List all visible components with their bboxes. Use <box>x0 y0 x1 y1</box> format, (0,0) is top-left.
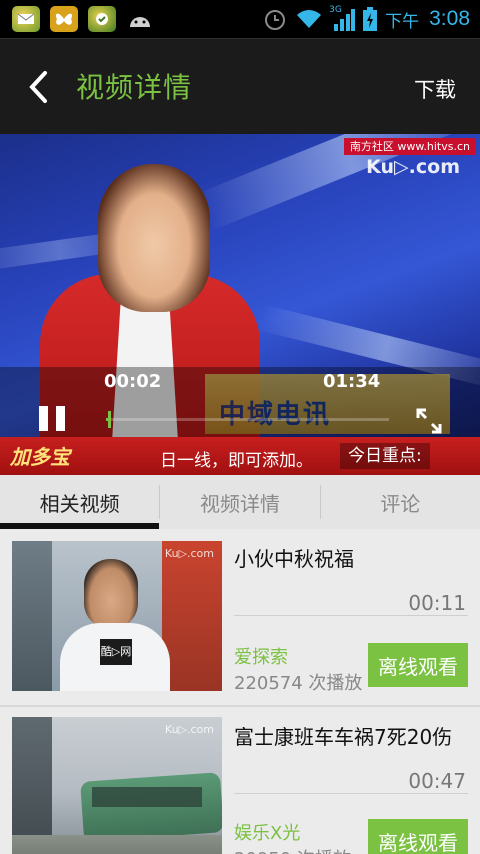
wifi-icon <box>297 10 322 28</box>
tab-related-videos[interactable]: 相关视频 <box>0 475 160 529</box>
tab-comments[interactable]: 评论 <box>321 475 480 529</box>
news-ticker: 加多宝 日一线，即可添加。 今日重点: <box>0 437 480 475</box>
pause-button[interactable] <box>34 406 70 434</box>
video-title[interactable]: 小伙中秋祝福 <box>234 543 354 572</box>
security-app-icon <box>88 6 116 32</box>
back-button[interactable] <box>22 67 54 107</box>
back-chevron-icon <box>29 71 47 103</box>
tab-video-details[interactable]: 视频详情 <box>160 475 319 529</box>
progress-bar[interactable] <box>106 411 389 428</box>
video-duration: 00:47 <box>408 769 466 793</box>
list-item[interactable]: Ku▷.com 富士康班车车祸7死20伤 00:47 娱乐X光 20950 次播… <box>0 707 480 854</box>
battery-charging-icon <box>363 7 378 31</box>
page-title: 视频详情 <box>76 71 193 104</box>
video-thumbnail[interactable]: 酷▷网 Ku▷.com <box>12 541 222 691</box>
android-icon <box>126 6 154 32</box>
status-time: 3:08 <box>429 7 470 30</box>
signal-icon: 3G <box>329 5 356 32</box>
video-source: 爱探索 <box>234 647 288 668</box>
signal-label: 3G <box>329 5 342 15</box>
pause-icon <box>39 406 65 434</box>
mail-app-icon <box>12 6 40 32</box>
ticker-text: 日一线，即可添加。 <box>160 451 313 471</box>
video-duration: 00:11 <box>408 591 466 615</box>
video-source: 娱乐X光 <box>234 823 301 844</box>
status-ampm: 下午 <box>385 11 420 32</box>
butterfly-app-icon <box>50 6 78 32</box>
title-bar: 视频详情 下载 <box>0 38 480 134</box>
list-item[interactable]: 酷▷网 Ku▷.com 小伙中秋祝福 00:11 爱探索 220574 次播放 … <box>0 529 480 699</box>
video-player[interactable]: 南方社区 www.hitvs.cn Ku▷.com 中域电讯 加多宝 日一线，即… <box>0 134 480 475</box>
player-controls <box>0 367 480 437</box>
progress-knob[interactable] <box>107 411 111 428</box>
total-time: 01:34 <box>323 371 381 392</box>
video-title[interactable]: 富士康班车车祸7死20伤 <box>234 721 452 750</box>
fullscreen-button[interactable] <box>414 406 444 436</box>
fullscreen-icon <box>416 408 442 434</box>
video-corner-banner: 南方社区 www.hitvs.cn <box>343 138 476 155</box>
offline-watch-button[interactable]: 离线观看 <box>368 643 468 687</box>
ticker-segment: 今日重点: <box>340 443 430 469</box>
video-play-count: 220574 次播放 <box>234 673 363 694</box>
current-time: 00:02 <box>104 371 162 392</box>
video-play-count: 20950 次播放 <box>234 845 351 854</box>
video-watermark: Ku▷.com <box>366 156 460 178</box>
status-bar: 3G 下午 3:08 <box>0 0 480 38</box>
alarm-icon <box>265 10 286 30</box>
ticker-brand: 加多宝 <box>10 445 70 469</box>
video-thumbnail[interactable]: Ku▷.com <box>12 717 222 854</box>
download-button[interactable]: 下载 <box>414 74 456 104</box>
offline-watch-button[interactable]: 离线观看 <box>368 819 468 854</box>
related-videos-list[interactable]: 酷▷网 Ku▷.com 小伙中秋祝福 00:11 爱探索 220574 次播放 … <box>0 529 480 854</box>
tab-bar: 相关视频 视频详情 评论 <box>0 475 480 529</box>
